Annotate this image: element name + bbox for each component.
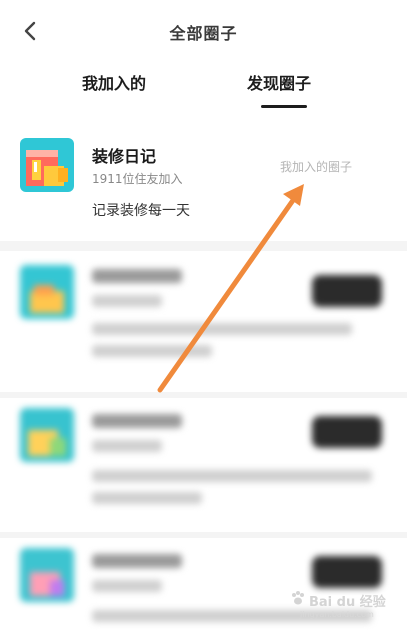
tab-discover[interactable]: 发现圈子 [247,70,311,94]
watermark-url: jingyan.baidu.com [300,610,374,619]
placeholder-line [92,470,372,482]
section-divider [0,241,407,251]
watermark-text: Bai du 经验 [309,594,386,610]
join-button[interactable] [312,556,382,588]
join-button[interactable] [312,275,382,307]
placeholder-line [92,269,182,283]
top-bar: 全部圈子 [0,0,407,62]
circle-name: 装修日记 [92,147,157,166]
tab-joined[interactable]: 我加入的 [82,70,146,94]
placeholder-line [92,580,162,592]
circle-description: 记录装修每一天 [92,203,190,219]
list-item[interactable] [0,398,407,538]
tab-bar: 我加入的 发现圈子 [0,62,407,114]
join-button[interactable] [312,416,382,448]
list-item[interactable] [0,251,407,391]
placeholder-line [92,414,182,428]
placeholder-line [92,440,162,452]
house-cover-icon [20,138,74,192]
watermark: Bai du 经验 [290,588,386,612]
paw-logo-icon [290,590,306,610]
circle-cover [20,408,74,462]
circle-cover [20,548,74,602]
active-tab-indicator [261,105,307,108]
joined-status-label: 我加入的圈子 [280,160,353,174]
placeholder-line [92,492,202,504]
circle-card[interactable]: 装修日记 1911位住友加入 记录装修每一天 我加入的圈子 [0,128,407,240]
placeholder-line [92,345,212,357]
circle-member-count: 1911位住友加入 [92,172,183,186]
circle-cover [20,265,74,319]
placeholder-line [92,323,352,335]
placeholder-line [92,554,182,568]
placeholder-line [92,295,162,307]
page-title: 全部圈子 [169,24,238,43]
